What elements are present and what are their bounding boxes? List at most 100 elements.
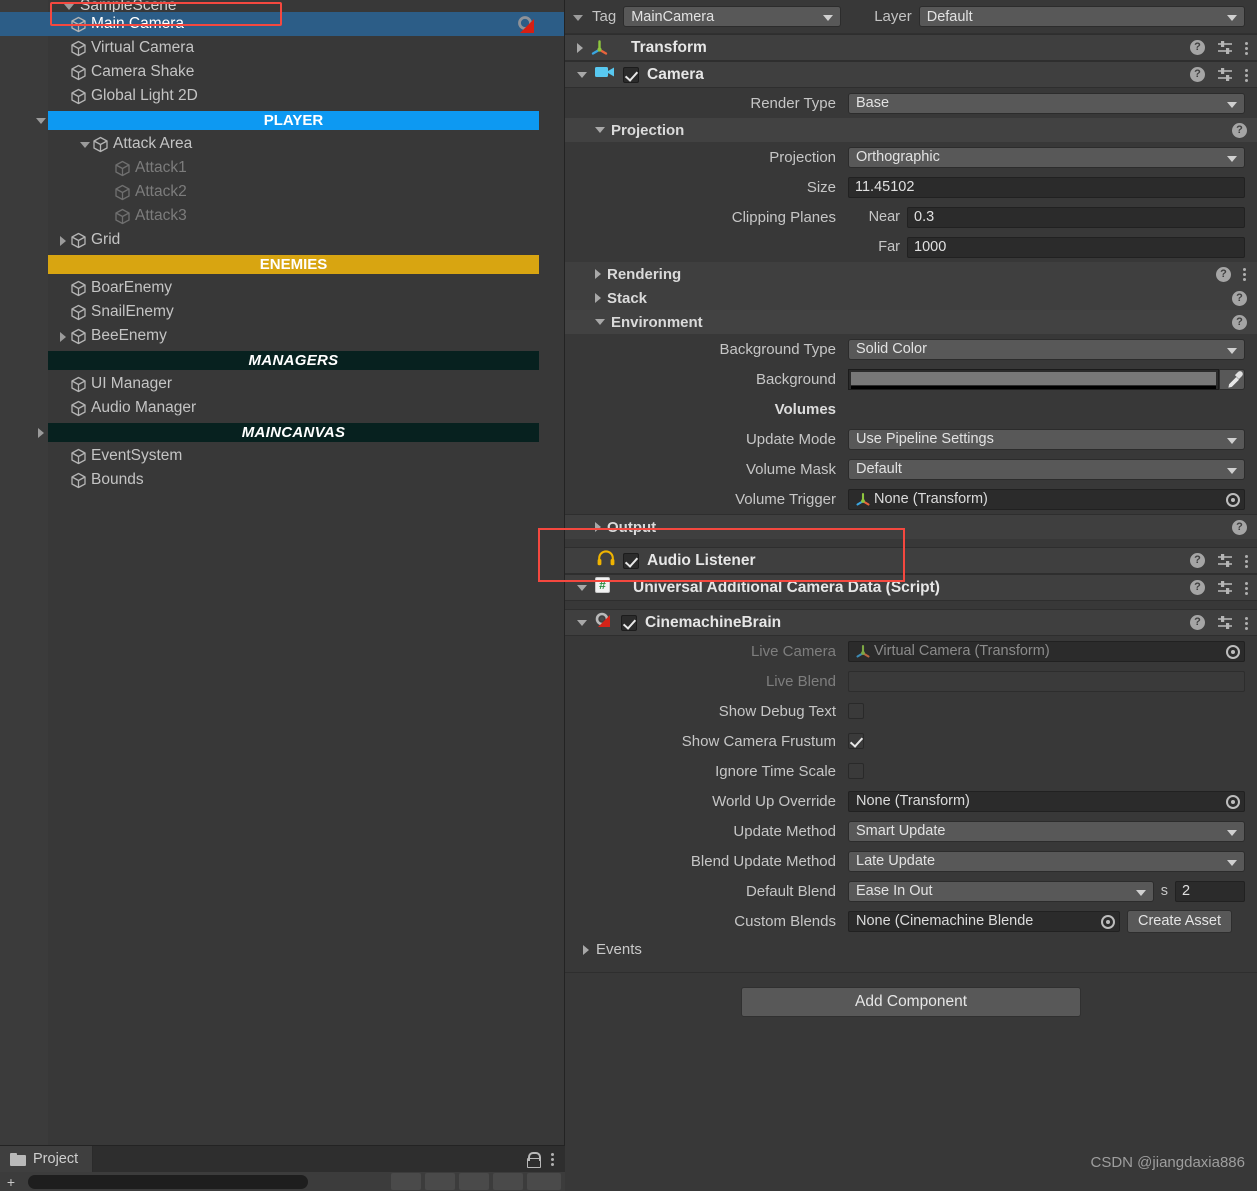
project-search-input[interactable] [28, 1174, 308, 1189]
preset-icon[interactable] [1217, 580, 1233, 595]
collapse-arrow-icon[interactable] [595, 127, 605, 133]
hierarchy-row-global-light-2d[interactable]: Global Light 2D [0, 84, 564, 108]
kebab-menu-icon[interactable] [551, 1151, 555, 1167]
project-history-button[interactable] [459, 1173, 489, 1190]
kebab-menu-icon[interactable] [1245, 67, 1249, 83]
hierarchy-row-beeenemy[interactable]: BeeEnemy [0, 324, 564, 348]
preset-icon[interactable] [1217, 553, 1233, 568]
project-warning-button[interactable] [493, 1173, 523, 1190]
help-icon[interactable]: ? [1232, 290, 1247, 306]
hierarchy-row-attack1[interactable]: Attack1 [0, 156, 564, 180]
hierarchy-tree[interactable]: SampleScene Main Camera Virtual Camera Came… [0, 0, 564, 492]
expand-arrow-icon[interactable] [595, 293, 601, 303]
expand-arrow-icon[interactable] [595, 522, 601, 532]
update-mode-dropdown[interactable]: Use Pipeline Settings [848, 428, 1245, 450]
hierarchy-row-grid[interactable]: Grid [0, 228, 564, 252]
collapse-arrow-icon[interactable] [78, 137, 92, 151]
add-component-button[interactable]: Add Component [741, 987, 1081, 1017]
kebab-menu-icon[interactable] [1245, 40, 1249, 56]
preset-icon[interactable] [1217, 67, 1233, 82]
help-icon[interactable]: ? [1190, 615, 1205, 630]
kebab-menu-icon[interactable] [1245, 580, 1249, 596]
help-icon[interactable]: ? [1216, 266, 1231, 282]
hierarchy-banner-managers[interactable]: MANAGERS [0, 348, 564, 372]
object-picker-icon[interactable] [1101, 914, 1115, 929]
help-icon[interactable]: ? [1190, 67, 1205, 82]
help-icon[interactable]: ? [1232, 122, 1247, 138]
component-header-camera[interactable]: Camera ? [565, 61, 1257, 88]
expand-arrow-icon[interactable] [583, 944, 589, 955]
project-filter-button[interactable] [391, 1173, 421, 1190]
collapse-arrow-icon[interactable] [577, 71, 587, 78]
show-debug-text-checkbox[interactable] [848, 703, 864, 719]
preset-icon[interactable] [1217, 40, 1233, 55]
hierarchy-banner-enemies[interactable]: ENEMIES [0, 252, 564, 276]
volume-trigger-objectfield[interactable]: None (Transform) [848, 488, 1245, 510]
near-input[interactable]: 0.3 [907, 206, 1245, 228]
custom-blends-objectfield[interactable]: None (Cinemachine Blende [848, 910, 1120, 932]
expand-arrow-icon[interactable] [56, 233, 70, 247]
far-input[interactable]: 1000 [907, 236, 1245, 258]
help-icon[interactable]: ? [1190, 553, 1205, 568]
cinemachine-enabled-checkbox[interactable] [621, 614, 637, 631]
kebab-menu-icon[interactable] [1245, 553, 1249, 569]
preset-icon[interactable] [1217, 615, 1233, 630]
collapse-arrow-icon[interactable] [62, 0, 76, 12]
project-save-button[interactable] [425, 1173, 455, 1190]
default-blend-seconds-input[interactable]: 2 [1175, 880, 1245, 902]
component-header-cinemachine-brain[interactable]: CinemachineBrain ? [565, 609, 1257, 636]
expand-arrow-icon[interactable] [34, 425, 48, 439]
expand-arrow-icon[interactable] [595, 269, 601, 279]
component-header-urp-camera-data[interactable]: # Universal Additional Camera Data (Scri… [565, 574, 1257, 601]
hierarchy-row-scene[interactable]: SampleScene [0, 0, 564, 12]
hierarchy-row-snailenemy[interactable]: SnailEnemy [0, 300, 564, 324]
projection-dropdown[interactable]: Orthographic [848, 146, 1245, 168]
project-extra-button[interactable] [527, 1173, 561, 1190]
hierarchy-banner-player[interactable]: PLAYER [0, 108, 564, 132]
hierarchy-row-ui-manager[interactable]: UI Manager [0, 372, 564, 396]
update-method-dropdown[interactable]: Smart Update [848, 820, 1245, 842]
hierarchy-row-audio-manager[interactable]: Audio Manager [0, 396, 564, 420]
section-rendering[interactable]: Rendering ? [565, 262, 1257, 286]
audio-listener-enabled-checkbox[interactable] [623, 552, 639, 569]
collapse-arrow-icon[interactable] [34, 113, 48, 127]
volume-mask-dropdown[interactable]: Default [848, 458, 1245, 480]
hierarchy-row-attack2[interactable]: Attack2 [0, 180, 564, 204]
tab-project[interactable]: Project [0, 1146, 94, 1172]
section-output[interactable]: Output ? [565, 515, 1257, 539]
help-icon[interactable]: ? [1190, 40, 1205, 55]
collapse-arrow-icon[interactable] [595, 319, 605, 325]
kebab-menu-icon[interactable] [1245, 615, 1249, 631]
lock-icon[interactable] [527, 1152, 541, 1168]
help-icon[interactable]: ? [1190, 580, 1205, 595]
default-blend-dropdown[interactable]: Ease In Out [848, 880, 1154, 902]
help-icon[interactable]: ? [1232, 314, 1247, 330]
add-asset-icon[interactable]: + [4, 1174, 18, 1190]
hierarchy-row-camera-shake[interactable]: Camera Shake [0, 60, 564, 84]
eyedropper-icon[interactable] [1219, 368, 1245, 390]
collapse-arrow-icon[interactable] [577, 619, 587, 626]
component-header-audio-listener[interactable]: Audio Listener ? [538, 528, 1257, 582]
hierarchy-row-virtual-camera[interactable]: Virtual Camera [0, 36, 564, 60]
expand-arrow-icon[interactable] [577, 42, 583, 53]
section-projection[interactable]: Projection ? [565, 118, 1257, 142]
background-type-dropdown[interactable]: Solid Color [848, 338, 1245, 360]
show-camera-frustum-checkbox[interactable] [848, 733, 864, 749]
tag-dropdown[interactable]: MainCamera [623, 6, 842, 27]
background-color-swatch[interactable] [848, 368, 1219, 390]
help-icon[interactable]: ? [1232, 519, 1247, 535]
render-type-dropdown[interactable]: Base [848, 92, 1245, 114]
hierarchy-row-attack-area[interactable]: Attack Area [0, 132, 564, 156]
create-asset-button[interactable]: Create Asset [1127, 909, 1233, 933]
hierarchy-row-boarenemy[interactable]: BoarEnemy [0, 276, 564, 300]
blend-update-method-dropdown[interactable]: Late Update [848, 850, 1245, 872]
layer-dropdown[interactable]: Default [918, 6, 1245, 27]
hierarchy-row-bounds[interactable]: Bounds [0, 468, 564, 492]
ignore-time-scale-checkbox[interactable] [848, 763, 864, 779]
events-row[interactable]: Events [565, 936, 1257, 963]
hierarchy-row-attack3[interactable]: Attack3 [0, 204, 564, 228]
camera-enabled-checkbox[interactable] [623, 66, 639, 83]
hierarchy-row-main-camera[interactable]: Main Camera [0, 12, 564, 36]
world-up-override-objectfield[interactable]: None (Transform) [848, 790, 1245, 812]
hierarchy-banner-maincanvas[interactable]: MAINCANVAS [0, 420, 564, 444]
